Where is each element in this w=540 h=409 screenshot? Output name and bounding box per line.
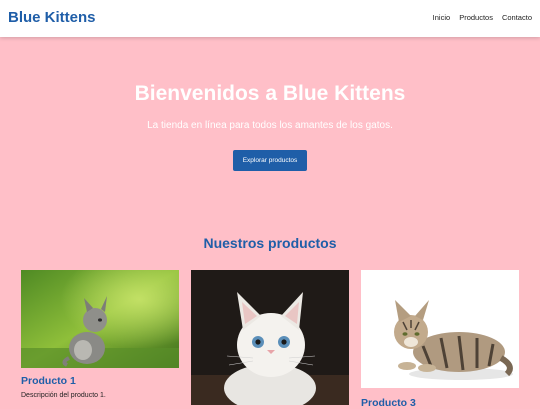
explore-products-button[interactable]: Explorar productos	[233, 150, 307, 171]
nav-link-inicio[interactable]: Inicio	[433, 13, 451, 22]
hero-subtitle: La tienda en línea para todos los amante…	[147, 120, 393, 131]
product-3-image[interactable]	[361, 270, 519, 388]
brand-logo[interactable]: Blue Kittens	[8, 9, 96, 26]
product-name: Producto 3	[361, 397, 416, 409]
product-card[interactable]: Producto 1 Descripción del producto 1.	[21, 270, 179, 399]
nav-link-contacto[interactable]: Contacto	[502, 13, 532, 22]
nav-link-productos[interactable]: Productos	[459, 13, 493, 22]
products-section-title: Nuestros productos	[203, 235, 337, 251]
product-card[interactable]	[191, 270, 349, 405]
product-name: Producto 1	[21, 375, 76, 387]
main-nav: Inicio Productos Contacto	[433, 13, 532, 22]
product-1-image[interactable]	[21, 270, 179, 368]
hero-title: Bienvenidos a Blue Kittens	[134, 82, 406, 105]
product-card[interactable]: Producto 3	[361, 270, 519, 409]
site-header: Blue Kittens Inicio Productos Contacto	[0, 0, 540, 37]
product-description: Descripción del producto 1.	[21, 392, 106, 399]
product-2-image[interactable]	[191, 270, 349, 405]
